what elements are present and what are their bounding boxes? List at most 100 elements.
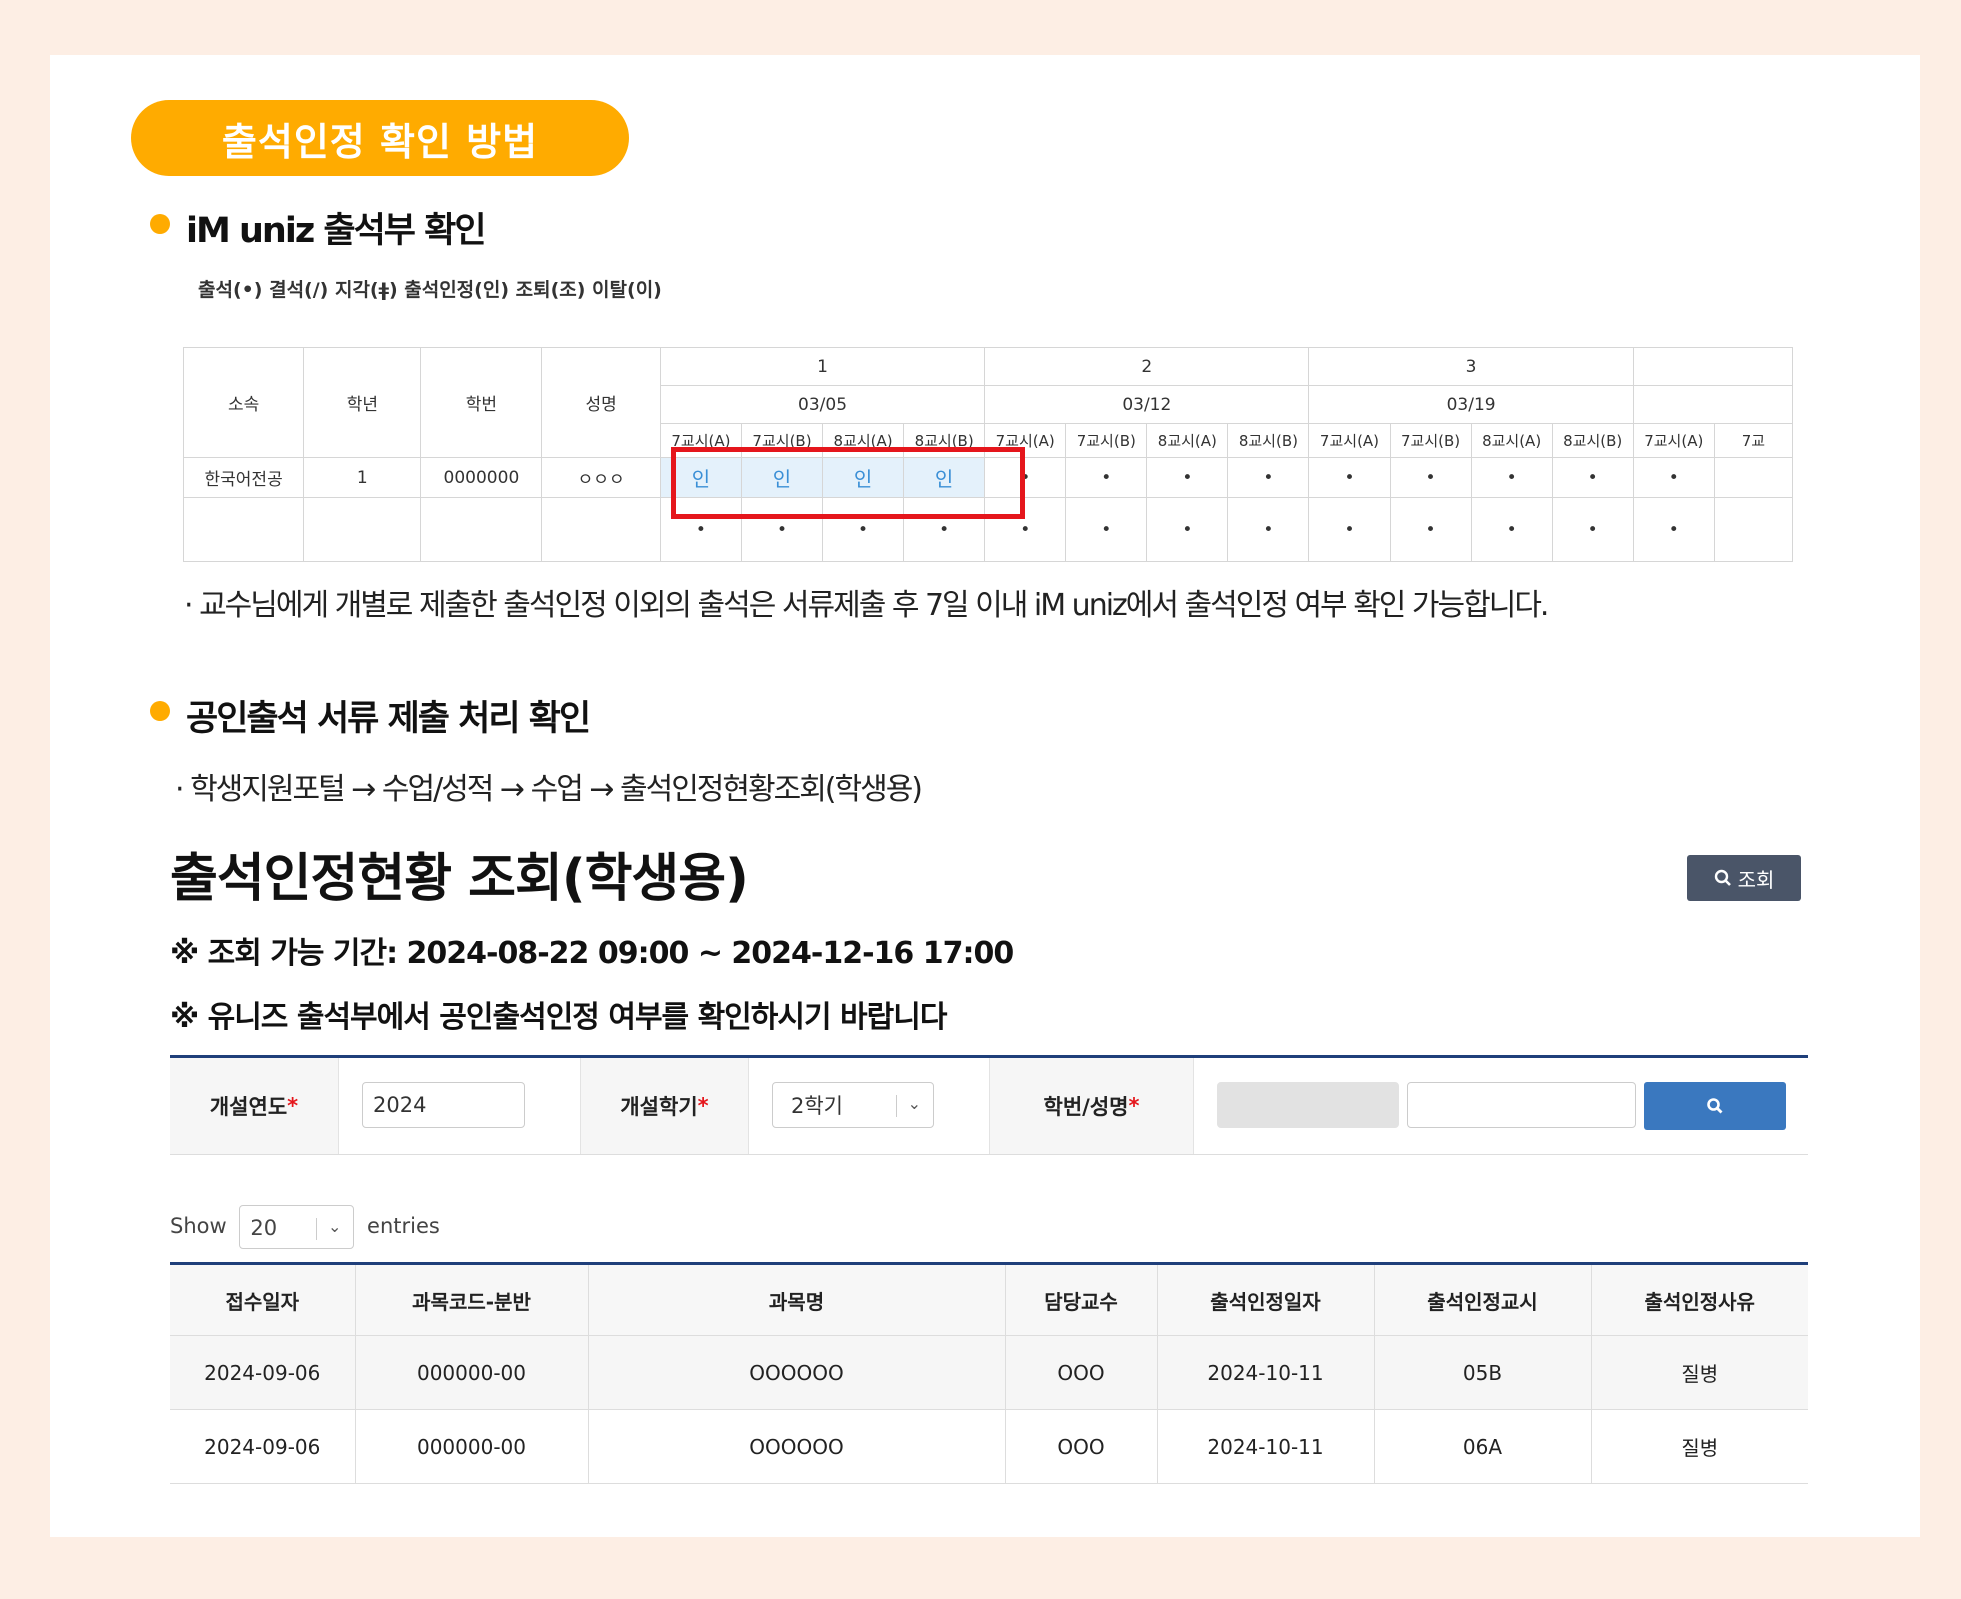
section1-heading: iM uniz 출석부 확인: [186, 211, 487, 251]
cell-empty: [541, 497, 661, 562]
column-header: 담당교수: [1005, 1265, 1158, 1336]
attendance-mark: •: [1065, 497, 1148, 562]
highlight-box: [671, 447, 1025, 519]
year-label-text: 개설연도: [209, 1095, 288, 1119]
required-mark: *: [287, 1094, 299, 1118]
date-header: 03/19: [1308, 385, 1634, 424]
attendance-mark: •: [1146, 497, 1229, 562]
period-header: 8교시(A): [1146, 423, 1229, 458]
week-header: 2: [984, 347, 1310, 386]
table-cell: OOO: [1005, 1335, 1158, 1410]
select-divider: [316, 1218, 318, 1240]
attendance-mark: [1713, 457, 1793, 498]
table-cell: 2024-10-11: [1157, 1409, 1375, 1484]
table-cell: 000000-00: [355, 1335, 589, 1410]
year-value: 2024: [373, 1093, 427, 1117]
student-no-field: [1217, 1082, 1399, 1128]
section-pill-label: 출석인정 확인 방법: [221, 119, 539, 164]
date-header: 03/12: [984, 385, 1310, 424]
column-header: 접수일자: [170, 1265, 356, 1336]
column-header: 과목코드-분반: [355, 1265, 589, 1336]
table-cell: 2024-09-06: [170, 1335, 356, 1410]
chevron-down-icon: ⌄: [327, 1217, 342, 1236]
semester-select[interactable]: 2학기 ⌄: [772, 1082, 934, 1128]
section2-heading: 공인출석 서류 제출 처리 확인: [186, 699, 591, 739]
filter-search-button[interactable]: [1644, 1082, 1786, 1130]
cell-grade: 1: [303, 457, 422, 498]
column-header: 과목명: [588, 1265, 1006, 1336]
cell-empty: [183, 497, 305, 562]
attendance-mark: •: [1389, 457, 1472, 498]
period-header: 8교시(B): [1227, 423, 1310, 458]
attendance-mark: •: [1308, 497, 1391, 562]
period-header: 8교시(B): [1551, 423, 1634, 458]
attendance-mark: [1713, 497, 1793, 562]
date-header: 03/05: [659, 385, 986, 424]
search-icon: [1714, 869, 1731, 886]
entries-select[interactable]: 20 ⌄: [239, 1205, 355, 1249]
table-body: 2024-09-06 000000-00 OOOOOO OOO 2024-10-11 05…: [170, 1335, 1808, 1484]
attendance-legend: 출석(•) 결석(/) 지각(ǂ) 출석인정(인) 조퇴(조) 이탈(이): [198, 279, 662, 301]
table-row[interactable]: 2024-09-06 000000-00 OOOOOO OOO 2024-10-11 06…: [170, 1409, 1808, 1484]
chevron-down-icon: ⌄: [907, 1094, 921, 1113]
header-grade: 학년: [303, 347, 422, 458]
attendance-mark: •: [1308, 457, 1391, 498]
header-name: 성명: [541, 347, 661, 458]
entries-value: 20: [250, 1216, 278, 1240]
column-header: 출석인정사유: [1591, 1265, 1808, 1336]
student-label: 학번/성명 *: [989, 1058, 1194, 1154]
semester-value: 2학기: [791, 1094, 844, 1118]
cell-student-no: 0000000: [420, 457, 543, 498]
week-header-overflow: [1632, 347, 1793, 386]
entries-control: Show 20 ⌄ entries: [170, 1205, 440, 1249]
bullet-dot-icon: [150, 214, 170, 234]
search-icon: [1707, 1098, 1723, 1114]
semester-label: 개설학기 *: [580, 1058, 749, 1154]
attendance-mark: •: [1632, 457, 1715, 498]
year-label: 개설연도 *: [170, 1058, 339, 1154]
semester-label-text: 개설학기: [620, 1095, 698, 1119]
attendance-mark: •: [1227, 497, 1310, 562]
student-label-text: 학번/성명: [1043, 1095, 1129, 1119]
table-cell: OOOOOO: [588, 1335, 1006, 1410]
period-header: 8교시(A): [1470, 423, 1553, 458]
attendance-mark: •: [1470, 457, 1553, 498]
table-cell: 질병: [1591, 1409, 1808, 1484]
table-cell: 05B: [1374, 1335, 1592, 1410]
results-table: 접수일자 과목코드-분반 과목명 담당교수 출석인정일자 출석인정교시 출석인정사유 202…: [170, 1262, 1808, 1484]
week-header: 1: [659, 347, 986, 386]
week-header: 3: [1308, 347, 1634, 386]
attendance-mark: •: [1389, 497, 1472, 562]
table-row[interactable]: 2024-09-06 000000-00 OOOOOO OOO 2024-10-11 05…: [170, 1335, 1808, 1410]
cell-affiliation: 한국어전공: [183, 457, 305, 498]
date-header-overflow: [1632, 385, 1793, 424]
attendance-mark: •: [1632, 497, 1715, 562]
section-pill: 출석인정 확인 방법: [131, 100, 629, 176]
column-header: 출석인정일자: [1157, 1265, 1375, 1336]
required-mark: *: [697, 1094, 709, 1118]
table-cell: 2024-09-06: [170, 1409, 356, 1484]
portal-path: · 학생지원포털 → 수업/성적 → 수업 → 출석인정현황조회(학생용): [175, 772, 923, 807]
required-mark: *: [1128, 1094, 1140, 1118]
header-student-no: 학번: [420, 347, 543, 458]
table-cell: 질병: [1591, 1335, 1808, 1410]
entries-label: entries: [367, 1214, 440, 1238]
period-header: 7교시(B): [1389, 423, 1472, 458]
student-name-field[interactable]: [1407, 1082, 1636, 1128]
check-note: ※ 유니즈 출석부에서 공인출석인정 여부를 확인하시기 바랍니다: [170, 1000, 947, 1035]
attendance-mark: •: [1065, 457, 1148, 498]
filter-bar: 개설연도 * 2024 개설학기 * 2학기 ⌄ 학번/성명 *: [170, 1055, 1808, 1155]
period-note: ※ 조회 가능 기간: 2024-08-22 09:00 ~ 2024-12-1…: [170, 936, 1014, 971]
header-affiliation: 소속: [183, 347, 305, 458]
table-header-row: 접수일자 과목코드-분반 과목명 담당교수 출석인정일자 출석인정교시 출석인정사유: [170, 1265, 1808, 1336]
table-cell: OOOOOO: [588, 1409, 1006, 1484]
page-title: 출석인정현황 조회(학생용): [170, 849, 749, 909]
week-row: 소속 학년 학번 성명 123: [183, 347, 1793, 458]
attendance-mark: •: [1551, 497, 1634, 562]
show-label: Show: [170, 1214, 227, 1238]
attendance-mark: •: [1470, 497, 1553, 562]
search-button[interactable]: 조회: [1687, 855, 1801, 901]
cell-empty: [303, 497, 422, 562]
table-cell: 06A: [1374, 1409, 1592, 1484]
year-input[interactable]: 2024: [362, 1082, 525, 1128]
